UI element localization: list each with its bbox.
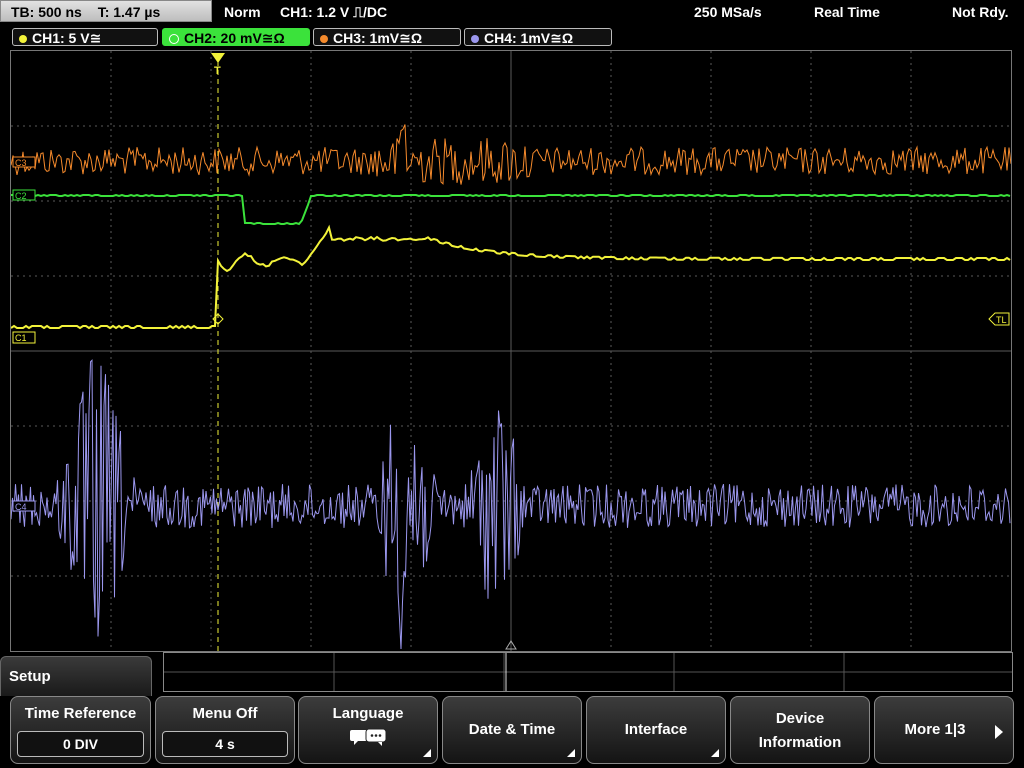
menu-off-button[interactable]: Menu Off 4 s <box>155 696 295 764</box>
time-reference-button[interactable]: Time Reference 0 DIV <box>10 696 151 764</box>
trigger-position-label: T <box>214 65 221 77</box>
trigger-time-label: T: 1.47 µs <box>97 4 161 20</box>
ch1-marker[interactable]: C1 <box>12 331 36 344</box>
device-information-line2: Information <box>758 734 842 751</box>
more-button[interactable]: More 1|3 <box>874 696 1014 764</box>
waveform-display[interactable]: C3 C2 C1 C4 TL T <box>10 50 1012 652</box>
time-reference-label: Time Reference <box>24 705 137 722</box>
timebase-box[interactable]: TB: 500 ns T: 1.47 µs <box>0 0 212 22</box>
menu-title-label: Setup <box>9 668 51 685</box>
graticule <box>11 51 1011 651</box>
ch1-color-icon <box>19 35 27 44</box>
ch2-label: CH2: 20 mV≅Ω <box>184 30 285 46</box>
language-label: Language <box>332 705 404 722</box>
tab-ch2[interactable]: CH2: 20 mV≅Ω <box>162 28 310 46</box>
date-time-label: Date & Time <box>468 721 556 738</box>
submenu-indicator-icon <box>711 749 719 757</box>
sample-rate: 250 MSa/s <box>694 4 762 20</box>
top-status-bar: TB: 500 ns T: 1.47 µs Norm CH1: 1.2 V ⎍/… <box>0 0 1024 24</box>
ch4-marker-label: C4 <box>15 502 27 512</box>
ch2-marker[interactable]: C2 <box>12 189 36 201</box>
ch4-color-icon <box>471 35 479 44</box>
trigger-level-marker[interactable]: TL <box>988 312 1010 326</box>
ch3-marker-label: C3 <box>15 158 27 168</box>
device-information-line1: Device <box>775 710 825 727</box>
timebase-label: TB: 500 ns <box>11 4 82 20</box>
ch4-label: CH4: 1mV≅Ω <box>484 30 574 46</box>
acquisition-mode: Real Time <box>814 4 880 20</box>
interface-label: Interface <box>624 721 688 738</box>
ch4-marker[interactable]: C4 <box>12 500 36 512</box>
time-reference-value: 0 DIV <box>17 731 144 757</box>
ch2-color-icon <box>169 34 179 45</box>
tab-ch1[interactable]: CH1: 5 V≅ <box>12 28 158 46</box>
acquisition-status: Not Rdy. <box>952 4 1009 20</box>
interface-button[interactable]: Interface <box>586 696 726 764</box>
language-button[interactable]: Language <box>298 696 438 764</box>
ch3-color-icon <box>320 35 328 44</box>
ch1-label: CH1: 5 V≅ <box>32 30 102 46</box>
ch3-label: CH3: 1mV≅Ω <box>333 30 423 46</box>
menu-title: Setup <box>0 656 152 696</box>
waveform-canvas: C3 C2 C1 C4 TL T <box>11 51 1011 651</box>
next-page-icon <box>995 725 1003 739</box>
memory-timeline <box>163 652 1013 692</box>
ch1-marker-label: C1 <box>15 333 27 343</box>
ch2-marker-label: C2 <box>15 191 27 201</box>
speech-bubbles-icon <box>350 728 387 746</box>
more-label: More 1|3 <box>904 721 966 738</box>
date-time-button[interactable]: Date & Time <box>442 696 582 764</box>
device-information-button[interactable]: Device Information <box>730 696 870 764</box>
menu-off-value: 4 s <box>162 731 288 757</box>
submenu-indicator-icon <box>423 749 431 757</box>
trigger-setting[interactable]: CH1: 1.2 V ⎍/DC <box>280 0 387 24</box>
trigger-level-label: TL <box>996 315 1007 325</box>
timeline-grid <box>164 653 1012 691</box>
tab-ch4[interactable]: CH4: 1mV≅Ω <box>464 28 612 46</box>
ch3-marker[interactable]: C3 <box>12 156 36 168</box>
trigger-mode[interactable]: Norm <box>224 0 261 24</box>
trigger-position-marker[interactable]: T <box>211 53 225 77</box>
tab-ch3[interactable]: CH3: 1mV≅Ω <box>313 28 461 46</box>
channel-tabs: CH1: 5 V≅ CH2: 20 mV≅Ω CH3: 1mV≅Ω CH4: 1… <box>0 26 1024 48</box>
menu-off-label: Menu Off <box>192 705 258 722</box>
submenu-indicator-icon <box>567 749 575 757</box>
